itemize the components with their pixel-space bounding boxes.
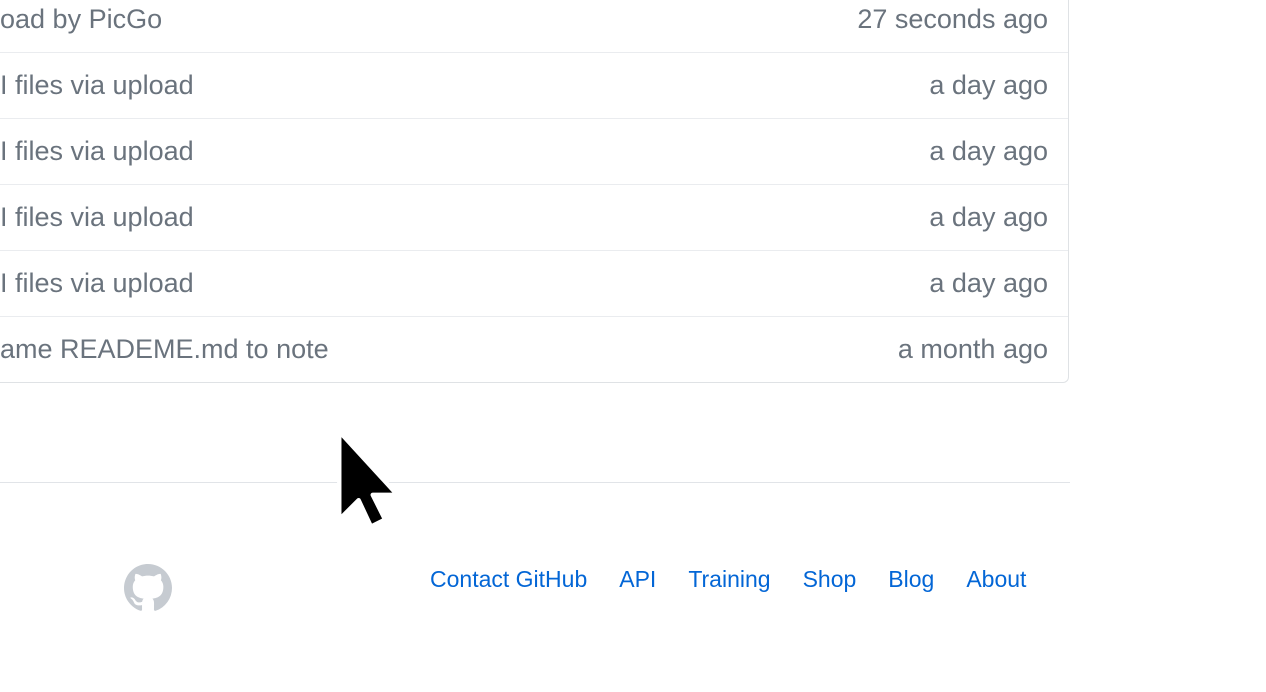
commit-message[interactable]: ame READEME.md to note [0, 334, 329, 365]
footer-link-blog[interactable]: Blog [888, 566, 934, 593]
footer-link-api[interactable]: API [619, 566, 656, 593]
commit-message[interactable]: I files via upload [0, 70, 194, 101]
commit-message[interactable]: I files via upload [0, 136, 194, 167]
commit-row[interactable]: oad by PicGo 27 seconds ago [0, 0, 1068, 52]
commit-list: oad by PicGo 27 seconds ago I files via … [0, 0, 1069, 383]
commit-message[interactable]: I files via upload [0, 268, 194, 299]
footer-link-contact[interactable]: Contact GitHub [430, 566, 587, 593]
commit-row[interactable]: I files via upload a day ago [0, 184, 1068, 250]
commit-age: a day ago [929, 202, 1048, 232]
commit-row[interactable]: I files via upload a day ago [0, 250, 1068, 316]
commit-age: a day ago [929, 136, 1048, 166]
footer-link-about[interactable]: About [966, 566, 1026, 593]
footer-nav: Contact GitHub API Training Shop Blog Ab… [430, 566, 1026, 593]
commit-age: 27 seconds ago [857, 4, 1048, 34]
github-octocat-icon[interactable] [124, 564, 172, 612]
commit-message[interactable]: oad by PicGo [0, 4, 162, 35]
mouse-pointer-icon [337, 429, 400, 529]
commit-row[interactable]: I files via upload a day ago [0, 118, 1068, 184]
commit-age: a day ago [929, 268, 1048, 298]
commit-message[interactable]: I files via upload [0, 202, 194, 233]
commit-age: a month ago [897, 334, 1048, 364]
commit-row[interactable]: I files via upload a day ago [0, 52, 1068, 118]
footer-link-shop[interactable]: Shop [803, 566, 857, 593]
commit-row[interactable]: ame READEME.md to note a month ago [0, 316, 1068, 382]
commit-age: a day ago [929, 70, 1048, 100]
footer-link-training[interactable]: Training [688, 566, 770, 593]
footer-divider [0, 482, 1070, 483]
